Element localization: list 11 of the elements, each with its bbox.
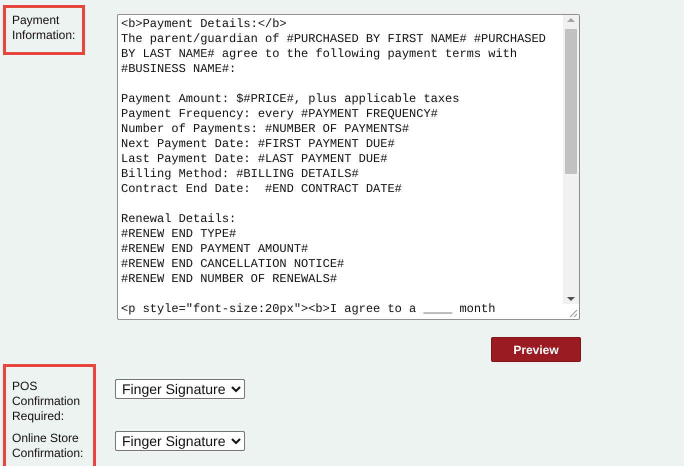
field-label: POS Confirmation Required: xyxy=(12,379,82,424)
scroll-down-icon[interactable] xyxy=(567,294,575,304)
preview-button[interactable]: Preview xyxy=(491,337,581,362)
confirmation-select[interactable]: Finger Signature xyxy=(115,431,245,451)
field-label: Online Store Confirmation: xyxy=(12,431,84,461)
field-label: Payment Information: xyxy=(12,13,76,43)
scroll-up-icon[interactable] xyxy=(567,15,575,25)
confirmation-select[interactable]: Finger Signature xyxy=(115,379,245,399)
scrollbar[interactable] xyxy=(563,15,579,304)
resize-grip-icon[interactable] xyxy=(569,309,578,318)
template-text-area[interactable]: <b>Payment Details:</b> The parent/guardian of #PURCHASED BY FIRST NAME# #PURCHASED BY LAST NAME# agree to the following payment terms with #BUSINESS NAME#: Payment Amount: $#PRICE#, plus applicable taxes Payment Frequency: every #PAYMENT FREQUENCY# Number of Payments: #NUMBER OF PAYMENTS# Next Payment Date: #FIRST PAYMENT DUE# Last Payment Date: #LAST PAYMENT DUE# Billing Method: #BILLING DETAILS# Contract End Date: #END CONTRACT DATE# Renewal Details: #RENEW END TYPE# #RENEW END PAYMENT AMOUNT# #RENEW END CANCELLATION NOTICE# #RENEW END NUMBER OF RENEWALS# <p style="font-size:20px"><b>I agree to a ____ month xyxy=(117,14,580,320)
